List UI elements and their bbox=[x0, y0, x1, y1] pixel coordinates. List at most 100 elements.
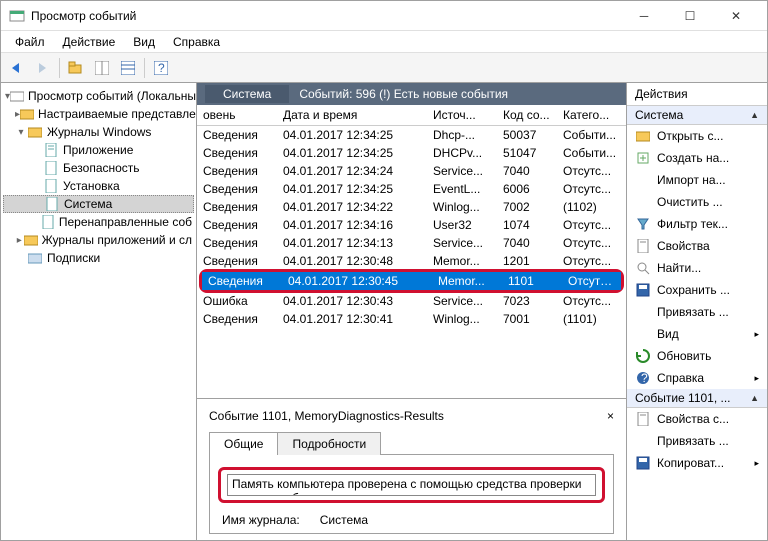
close-button[interactable]: ✕ bbox=[713, 1, 759, 31]
col-category[interactable]: Катего... bbox=[557, 105, 626, 125]
table-row[interactable]: Сведения04.01.2017 12:34:25Dhcp-...50037… bbox=[197, 126, 626, 144]
center-header: Система Событий: 596 (!) Есть новые собы… bbox=[197, 83, 626, 105]
actions-group-system[interactable]: Система▲ bbox=[627, 106, 767, 125]
chevron-right-icon: ▸ bbox=[754, 329, 759, 340]
action-item[interactable]: Обновить bbox=[627, 345, 767, 367]
action-icon bbox=[635, 455, 651, 471]
tree-forwarded[interactable]: Перенаправленные соб bbox=[3, 213, 194, 231]
action-item[interactable]: Создать на... bbox=[627, 147, 767, 169]
action-icon bbox=[635, 348, 651, 364]
action-item[interactable]: Очистить ... bbox=[627, 191, 767, 213]
table-row[interactable]: Сведения04.01.2017 12:34:13Service...704… bbox=[197, 234, 626, 252]
tree-windows-logs[interactable]: ▾Журналы Windows bbox=[3, 123, 194, 141]
table-row[interactable]: Сведения04.01.2017 12:30:48Memor...1201О… bbox=[197, 252, 626, 270]
action-item[interactable]: ?Справка▸ bbox=[627, 367, 767, 389]
tree-app-logs[interactable]: ▸Журналы приложений и сл bbox=[3, 231, 194, 249]
col-source[interactable]: Источ... bbox=[427, 105, 497, 125]
table-row[interactable]: Сведения04.01.2017 12:30:41Winlog...7001… bbox=[197, 310, 626, 328]
chevron-up-icon: ▲ bbox=[750, 393, 759, 403]
col-eventid[interactable]: Код со... bbox=[497, 105, 557, 125]
action-item[interactable]: Открыть с... bbox=[627, 125, 767, 147]
toolbar-help-icon[interactable]: ? bbox=[149, 56, 173, 80]
table-row[interactable]: Сведения04.01.2017 12:34:16User321074Отс… bbox=[197, 216, 626, 234]
nav-back-button[interactable] bbox=[5, 56, 29, 80]
grid-header[interactable]: овень Дата и время Источ... Код со... Ка… bbox=[197, 105, 626, 126]
app-icon bbox=[9, 8, 25, 24]
toolbar-view-icon[interactable] bbox=[90, 56, 114, 80]
action-item[interactable]: Найти... bbox=[627, 257, 767, 279]
action-icon bbox=[635, 260, 651, 276]
action-item[interactable]: Вид▸ bbox=[627, 323, 767, 345]
table-row[interactable]: Сведения04.01.2017 12:34:24Service...704… bbox=[197, 162, 626, 180]
event-grid[interactable]: овень Дата и время Источ... Код со... Ка… bbox=[197, 105, 626, 398]
action-icon bbox=[635, 282, 651, 298]
tree-security[interactable]: Безопасность bbox=[3, 159, 194, 177]
col-level[interactable]: овень bbox=[197, 105, 277, 125]
toolbar: ? bbox=[1, 53, 767, 83]
action-icon bbox=[635, 326, 651, 342]
tab-details[interactable]: Подробности bbox=[277, 432, 381, 455]
action-icon bbox=[635, 128, 651, 144]
nav-forward-button[interactable] bbox=[31, 56, 55, 80]
label-log-name: Имя журнала: bbox=[222, 513, 300, 527]
action-item[interactable]: Привязать ... bbox=[627, 301, 767, 323]
action-item[interactable]: Свойства bbox=[627, 235, 767, 257]
action-item[interactable]: Копироват...▸ bbox=[627, 452, 767, 474]
action-icon bbox=[635, 411, 651, 427]
action-icon bbox=[635, 150, 651, 166]
log-stats: Событий: 596 (!) Есть новые события bbox=[299, 87, 508, 101]
table-row[interactable]: Сведения04.01.2017 12:34:25EventL...6006… bbox=[197, 180, 626, 198]
log-name: Система bbox=[205, 85, 289, 103]
tree-subscriptions[interactable]: Подписки bbox=[3, 249, 194, 267]
tree-custom-views[interactable]: ▸Настраиваемые представле bbox=[3, 105, 194, 123]
actions-title: Действия bbox=[627, 83, 767, 106]
detail-message: Память компьютера проверена с помощью ср… bbox=[227, 474, 596, 496]
actions-group-event[interactable]: Событие 1101, ...▲ bbox=[627, 389, 767, 408]
action-item[interactable]: Фильтр тек... bbox=[627, 213, 767, 235]
action-item[interactable]: Свойства с... bbox=[627, 408, 767, 430]
value-log-name: Система bbox=[320, 513, 368, 527]
detail-message-highlight: Память компьютера проверена с помощью ср… bbox=[218, 467, 605, 503]
tree-system[interactable]: Система bbox=[3, 195, 194, 213]
action-icon: ? bbox=[635, 370, 651, 386]
action-item[interactable]: Привязать ... bbox=[627, 430, 767, 452]
action-icon bbox=[635, 172, 651, 188]
toolbar-props-icon[interactable] bbox=[116, 56, 140, 80]
detail-tabs: Общие Подробности bbox=[209, 431, 614, 455]
actions-pane: Действия Система▲ Открыть с...Создать на… bbox=[627, 83, 767, 540]
chevron-up-icon: ▲ bbox=[750, 110, 759, 120]
table-row[interactable]: Ошибка04.01.2017 12:30:43Service...7023О… bbox=[197, 292, 626, 310]
svg-text:?: ? bbox=[158, 61, 165, 75]
action-item[interactable]: Сохранить ... bbox=[627, 279, 767, 301]
maximize-button[interactable]: ☐ bbox=[667, 1, 713, 31]
action-icon bbox=[635, 433, 651, 449]
toolbar-open-icon[interactable] bbox=[64, 56, 88, 80]
detail-pane: Событие 1101, MemoryDiagnostics-Results … bbox=[197, 398, 626, 540]
tree-setup[interactable]: Установка bbox=[3, 177, 194, 195]
svg-text:?: ? bbox=[641, 371, 648, 385]
action-icon bbox=[635, 304, 651, 320]
menu-action[interactable]: Действие bbox=[55, 33, 124, 51]
menubar: Файл Действие Вид Справка bbox=[1, 31, 767, 53]
action-item[interactable]: Импорт на... bbox=[627, 169, 767, 191]
titlebar: Просмотр событий ─ ☐ ✕ bbox=[1, 1, 767, 31]
tree-root[interactable]: ▾Просмотр событий (Локальны bbox=[3, 87, 194, 105]
table-row[interactable]: Сведения04.01.2017 12:30:45Memor...1101О… bbox=[202, 272, 621, 290]
chevron-right-icon: ▸ bbox=[754, 458, 759, 469]
table-row[interactable]: Сведения04.01.2017 12:34:25DHCPv...51047… bbox=[197, 144, 626, 162]
chevron-right-icon: ▸ bbox=[754, 373, 759, 384]
nav-tree[interactable]: ▾Просмотр событий (Локальны ▸Настраиваем… bbox=[1, 83, 197, 540]
tab-general[interactable]: Общие bbox=[209, 432, 278, 455]
action-icon bbox=[635, 238, 651, 254]
action-icon bbox=[635, 194, 651, 210]
detail-title: Событие 1101, MemoryDiagnostics-Results bbox=[209, 409, 444, 423]
menu-help[interactable]: Справка bbox=[165, 33, 228, 51]
tree-application[interactable]: Приложение bbox=[3, 141, 194, 159]
action-icon bbox=[635, 216, 651, 232]
menu-file[interactable]: Файл bbox=[7, 33, 53, 51]
table-row[interactable]: Сведения04.01.2017 12:34:22Winlog...7002… bbox=[197, 198, 626, 216]
menu-view[interactable]: Вид bbox=[125, 33, 163, 51]
minimize-button[interactable]: ─ bbox=[621, 1, 667, 31]
col-datetime[interactable]: Дата и время bbox=[277, 105, 427, 125]
detail-close-icon[interactable]: × bbox=[607, 409, 614, 423]
